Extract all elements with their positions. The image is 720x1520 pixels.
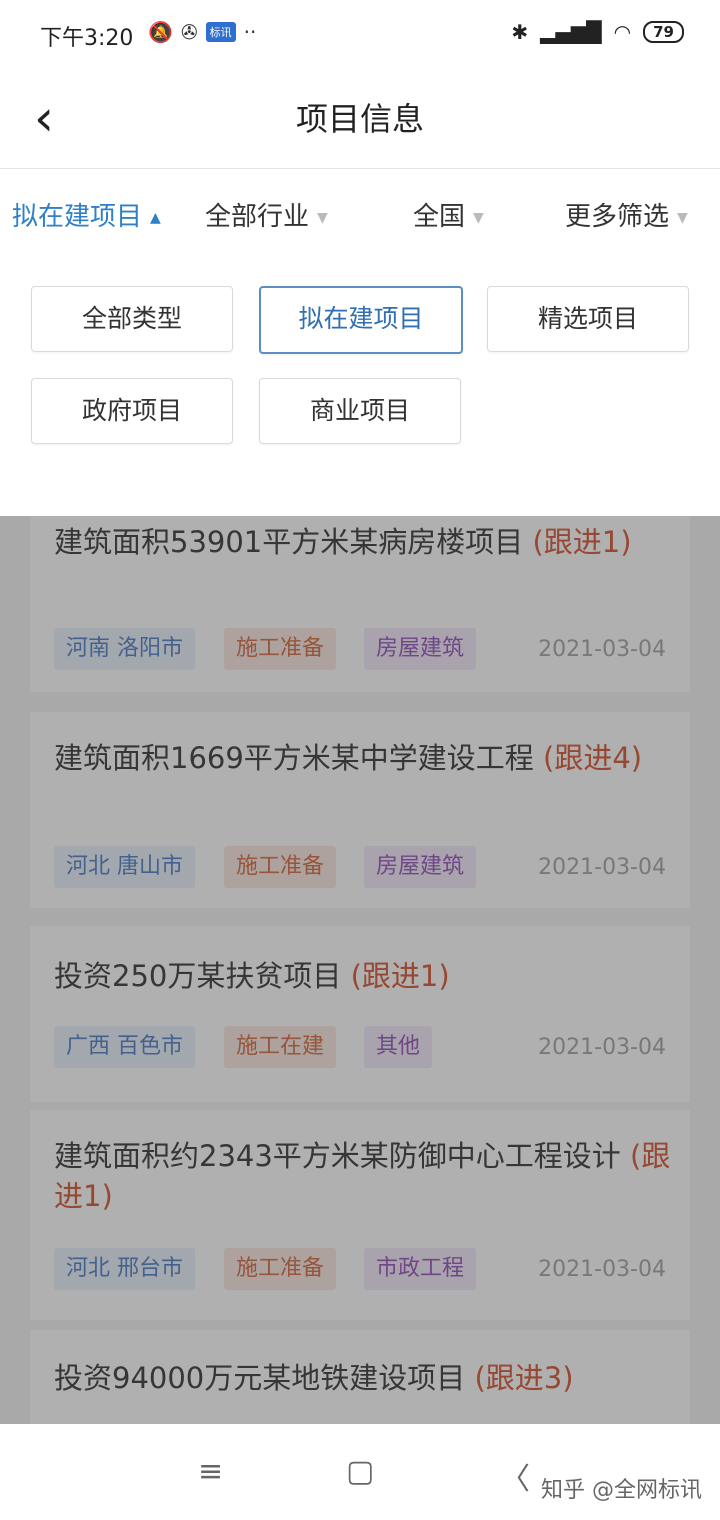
watermark-text: 知乎 @全网标讯 xyxy=(541,1478,702,1503)
app-header: ‹ 项目信息 xyxy=(0,68,720,169)
filter-tab-region[interactable]: 全国 ▼ xyxy=(413,196,484,233)
status-bar: 下午3:20 🔕 ✇ 标讯 ·· ✱ ▂▄▆█ ◠ 79 xyxy=(0,0,720,68)
filter-tab-project-stage[interactable]: 拟在建项目 ▲ xyxy=(12,196,161,233)
status-time: 下午3:20 xyxy=(40,26,134,51)
filter-bar: 拟在建项目 ▲ 全部行业 ▼ 全国 ▼ 更多筛选 ▼ xyxy=(0,170,720,256)
menu-icon[interactable]: ≡ xyxy=(198,1454,223,1489)
option-featured-projects[interactable]: 精选项目 xyxy=(487,286,689,352)
pinwheel-icon: ✇ xyxy=(180,20,198,44)
wifi-icon: ◠ xyxy=(613,20,632,44)
status-right-icons: ✱ ▂▄▆█ ◠ 79 xyxy=(511,20,684,44)
triangle-up-icon: ▲ xyxy=(150,209,161,226)
option-planned-projects[interactable]: 拟在建项目 xyxy=(259,286,463,354)
option-commercial-projects[interactable]: 商业项目 xyxy=(259,378,461,444)
mute-icon: 🔕 xyxy=(148,20,173,44)
bluetooth-icon: ✱ xyxy=(511,20,529,44)
home-icon[interactable]: ▢ xyxy=(346,1454,374,1489)
system-nav-bar: ≡ ▢ 〈 知乎 @全网标讯 xyxy=(0,1424,720,1520)
app-badge-icon: 标讯 xyxy=(205,22,236,42)
page-title: 项目信息 xyxy=(295,100,424,138)
dropdown-backdrop[interactable] xyxy=(0,516,720,1424)
triangle-down-icon: ▼ xyxy=(317,209,328,226)
more-dots-icon: ·· xyxy=(243,20,257,44)
triangle-down-icon: ▼ xyxy=(473,209,484,226)
option-government-projects[interactable]: 政府项目 xyxy=(31,378,233,444)
battery-icon: 79 xyxy=(643,21,684,43)
filter-tab-industry[interactable]: 全部行业 ▼ xyxy=(205,196,328,233)
type-dropdown: 全部类型 拟在建项目 精选项目 政府项目 商业项目 xyxy=(0,256,720,516)
triangle-down-icon: ▼ xyxy=(677,209,688,226)
signal-icon: ▂▄▆█ xyxy=(540,20,602,44)
back-nav-icon[interactable]: 〈 xyxy=(500,1454,530,1498)
status-left-icons: 🔕 ✇ 标讯 ·· xyxy=(148,20,256,44)
filter-tab-more[interactable]: 更多筛选 ▼ xyxy=(565,196,688,233)
option-all-types[interactable]: 全部类型 xyxy=(31,286,233,352)
